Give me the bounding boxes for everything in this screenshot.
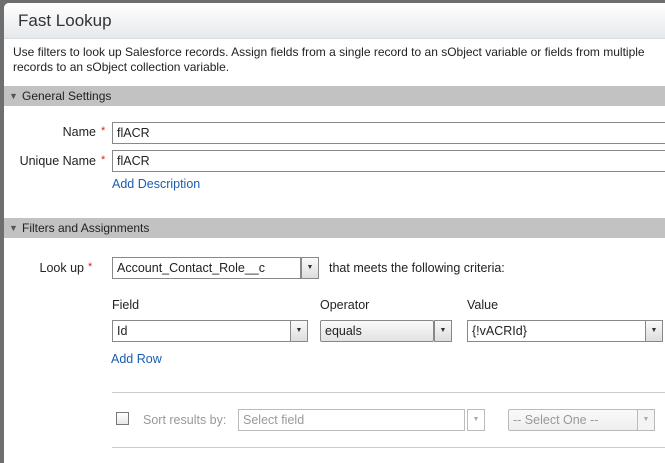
value-dropdown-button[interactable]: ▼	[645, 320, 663, 342]
chevron-down-icon: ▼	[439, 327, 447, 334]
fast-lookup-dialog: Fast Lookup Use filters to look up Sales…	[4, 3, 665, 463]
lookup-object-input[interactable]: Account_Contact_Role__c	[112, 257, 301, 279]
chevron-down-icon: ▼	[650, 327, 658, 334]
sort-checkbox[interactable]	[116, 412, 129, 425]
lookup-dropdown-button[interactable]: ▼	[301, 257, 319, 279]
required-icon: *	[101, 154, 106, 166]
dialog-title: Fast Lookup	[4, 3, 665, 39]
chevron-down-icon: ▼	[295, 327, 303, 334]
unique-name-label: Unique Name	[19, 154, 96, 168]
general-settings-header[interactable]: ▼ General Settings	[4, 86, 665, 106]
value-column-header: Value	[467, 298, 499, 312]
chevron-down-icon: ▼	[642, 416, 650, 423]
sort-order-select[interactable]: -- Select One --	[508, 409, 638, 431]
filter-field-input[interactable]: Id	[112, 320, 291, 342]
collapse-icon: ▼	[9, 223, 18, 233]
field-dropdown-button[interactable]: ▼	[290, 320, 308, 342]
required-icon: *	[101, 125, 106, 137]
divider	[112, 392, 665, 393]
add-row-link[interactable]: Add Row	[111, 352, 162, 366]
sort-order-dropdown-button[interactable]: ▼	[637, 409, 655, 431]
dialog-description: Use filters to look up Salesforce record…	[13, 45, 645, 74]
filter-value-input[interactable]: {!vACRId}	[467, 320, 646, 342]
field-column-header: Field	[112, 298, 140, 312]
required-icon: *	[88, 261, 93, 273]
filter-operator-select[interactable]: equals	[320, 320, 434, 342]
add-description-link[interactable]: Add Description	[112, 177, 200, 191]
operator-column-header: Operator	[320, 298, 370, 312]
criteria-text: that meets the following criteria:	[329, 261, 505, 275]
unique-name-input[interactable]: flACR	[112, 150, 665, 172]
operator-dropdown-button[interactable]: ▼	[434, 320, 452, 342]
collapse-icon: ▼	[9, 91, 18, 101]
lookup-label: Look up	[39, 261, 84, 275]
name-input[interactable]: flACR	[112, 122, 665, 144]
chevron-down-icon: ▼	[306, 264, 314, 271]
divider	[112, 447, 665, 448]
section-title: Filters and Assignments	[22, 221, 150, 235]
sort-field-dropdown-button[interactable]: ▼	[467, 409, 485, 431]
section-title: General Settings	[22, 89, 112, 103]
chevron-down-icon: ▼	[472, 416, 480, 423]
filters-header[interactable]: ▼ Filters and Assignments	[4, 218, 665, 238]
sort-label: Sort results by:	[143, 413, 227, 427]
name-label: Name	[62, 125, 96, 139]
sort-field-input[interactable]: Select field	[238, 409, 465, 431]
